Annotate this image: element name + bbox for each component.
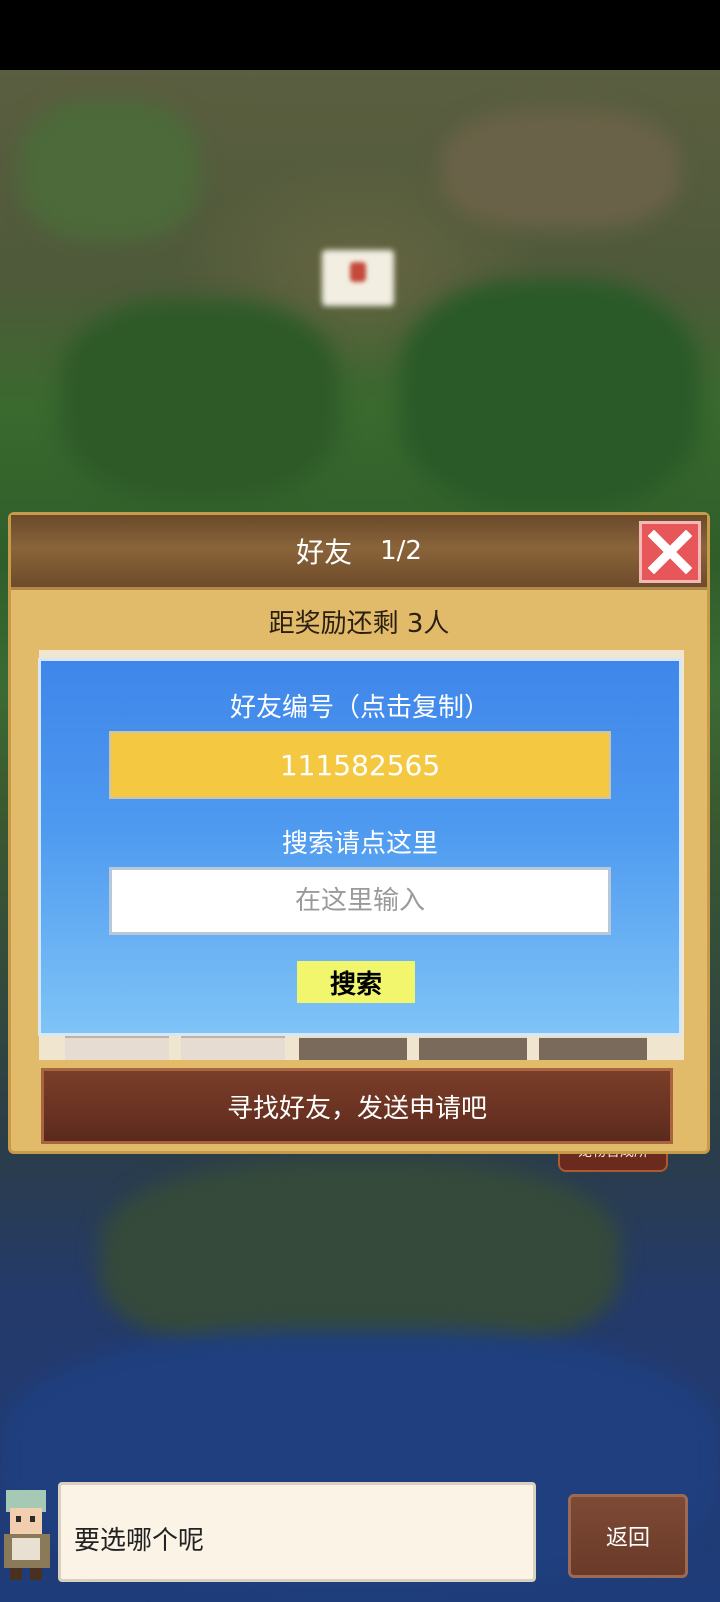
dialogue-text: 要选哪个呢 <box>74 1526 205 1556</box>
search-button[interactable]: 搜索 <box>297 961 415 1003</box>
close-button[interactable] <box>639 521 701 583</box>
panel-title: 好友 1/2 <box>11 515 707 587</box>
friend-slot[interactable] <box>65 1035 169 1060</box>
back-button[interactable]: 返回 <box>568 1494 688 1578</box>
friend-slot[interactable] <box>299 1035 407 1060</box>
friend-slot[interactable] <box>539 1035 647 1060</box>
close-icon <box>648 530 692 574</box>
friend-id-label: 好友编号（点击复制） <box>229 693 490 723</box>
friend-slot[interactable] <box>419 1035 527 1060</box>
reward-remaining-text: 距奖励还剩 3人 <box>268 609 450 639</box>
avatar-icon <box>4 1490 50 1580</box>
status-bar <box>0 0 720 70</box>
friend-slot[interactable] <box>181 1035 285 1060</box>
friend-search-dialog: 好友编号（点击复制） 111582565 搜索请点这里 搜索 <box>38 658 682 1036</box>
page-indicator: 1/2 <box>380 536 422 566</box>
find-friends-button[interactable]: 寻找好友，发送申请吧 <box>41 1068 673 1144</box>
panel-title-text: 好友 <box>296 536 353 569</box>
friend-id-copy-field[interactable]: 111582565 <box>109 731 611 799</box>
signboard-mark <box>350 262 366 282</box>
search-input[interactable] <box>109 867 611 935</box>
search-label: 搜索请点这里 <box>281 829 438 859</box>
